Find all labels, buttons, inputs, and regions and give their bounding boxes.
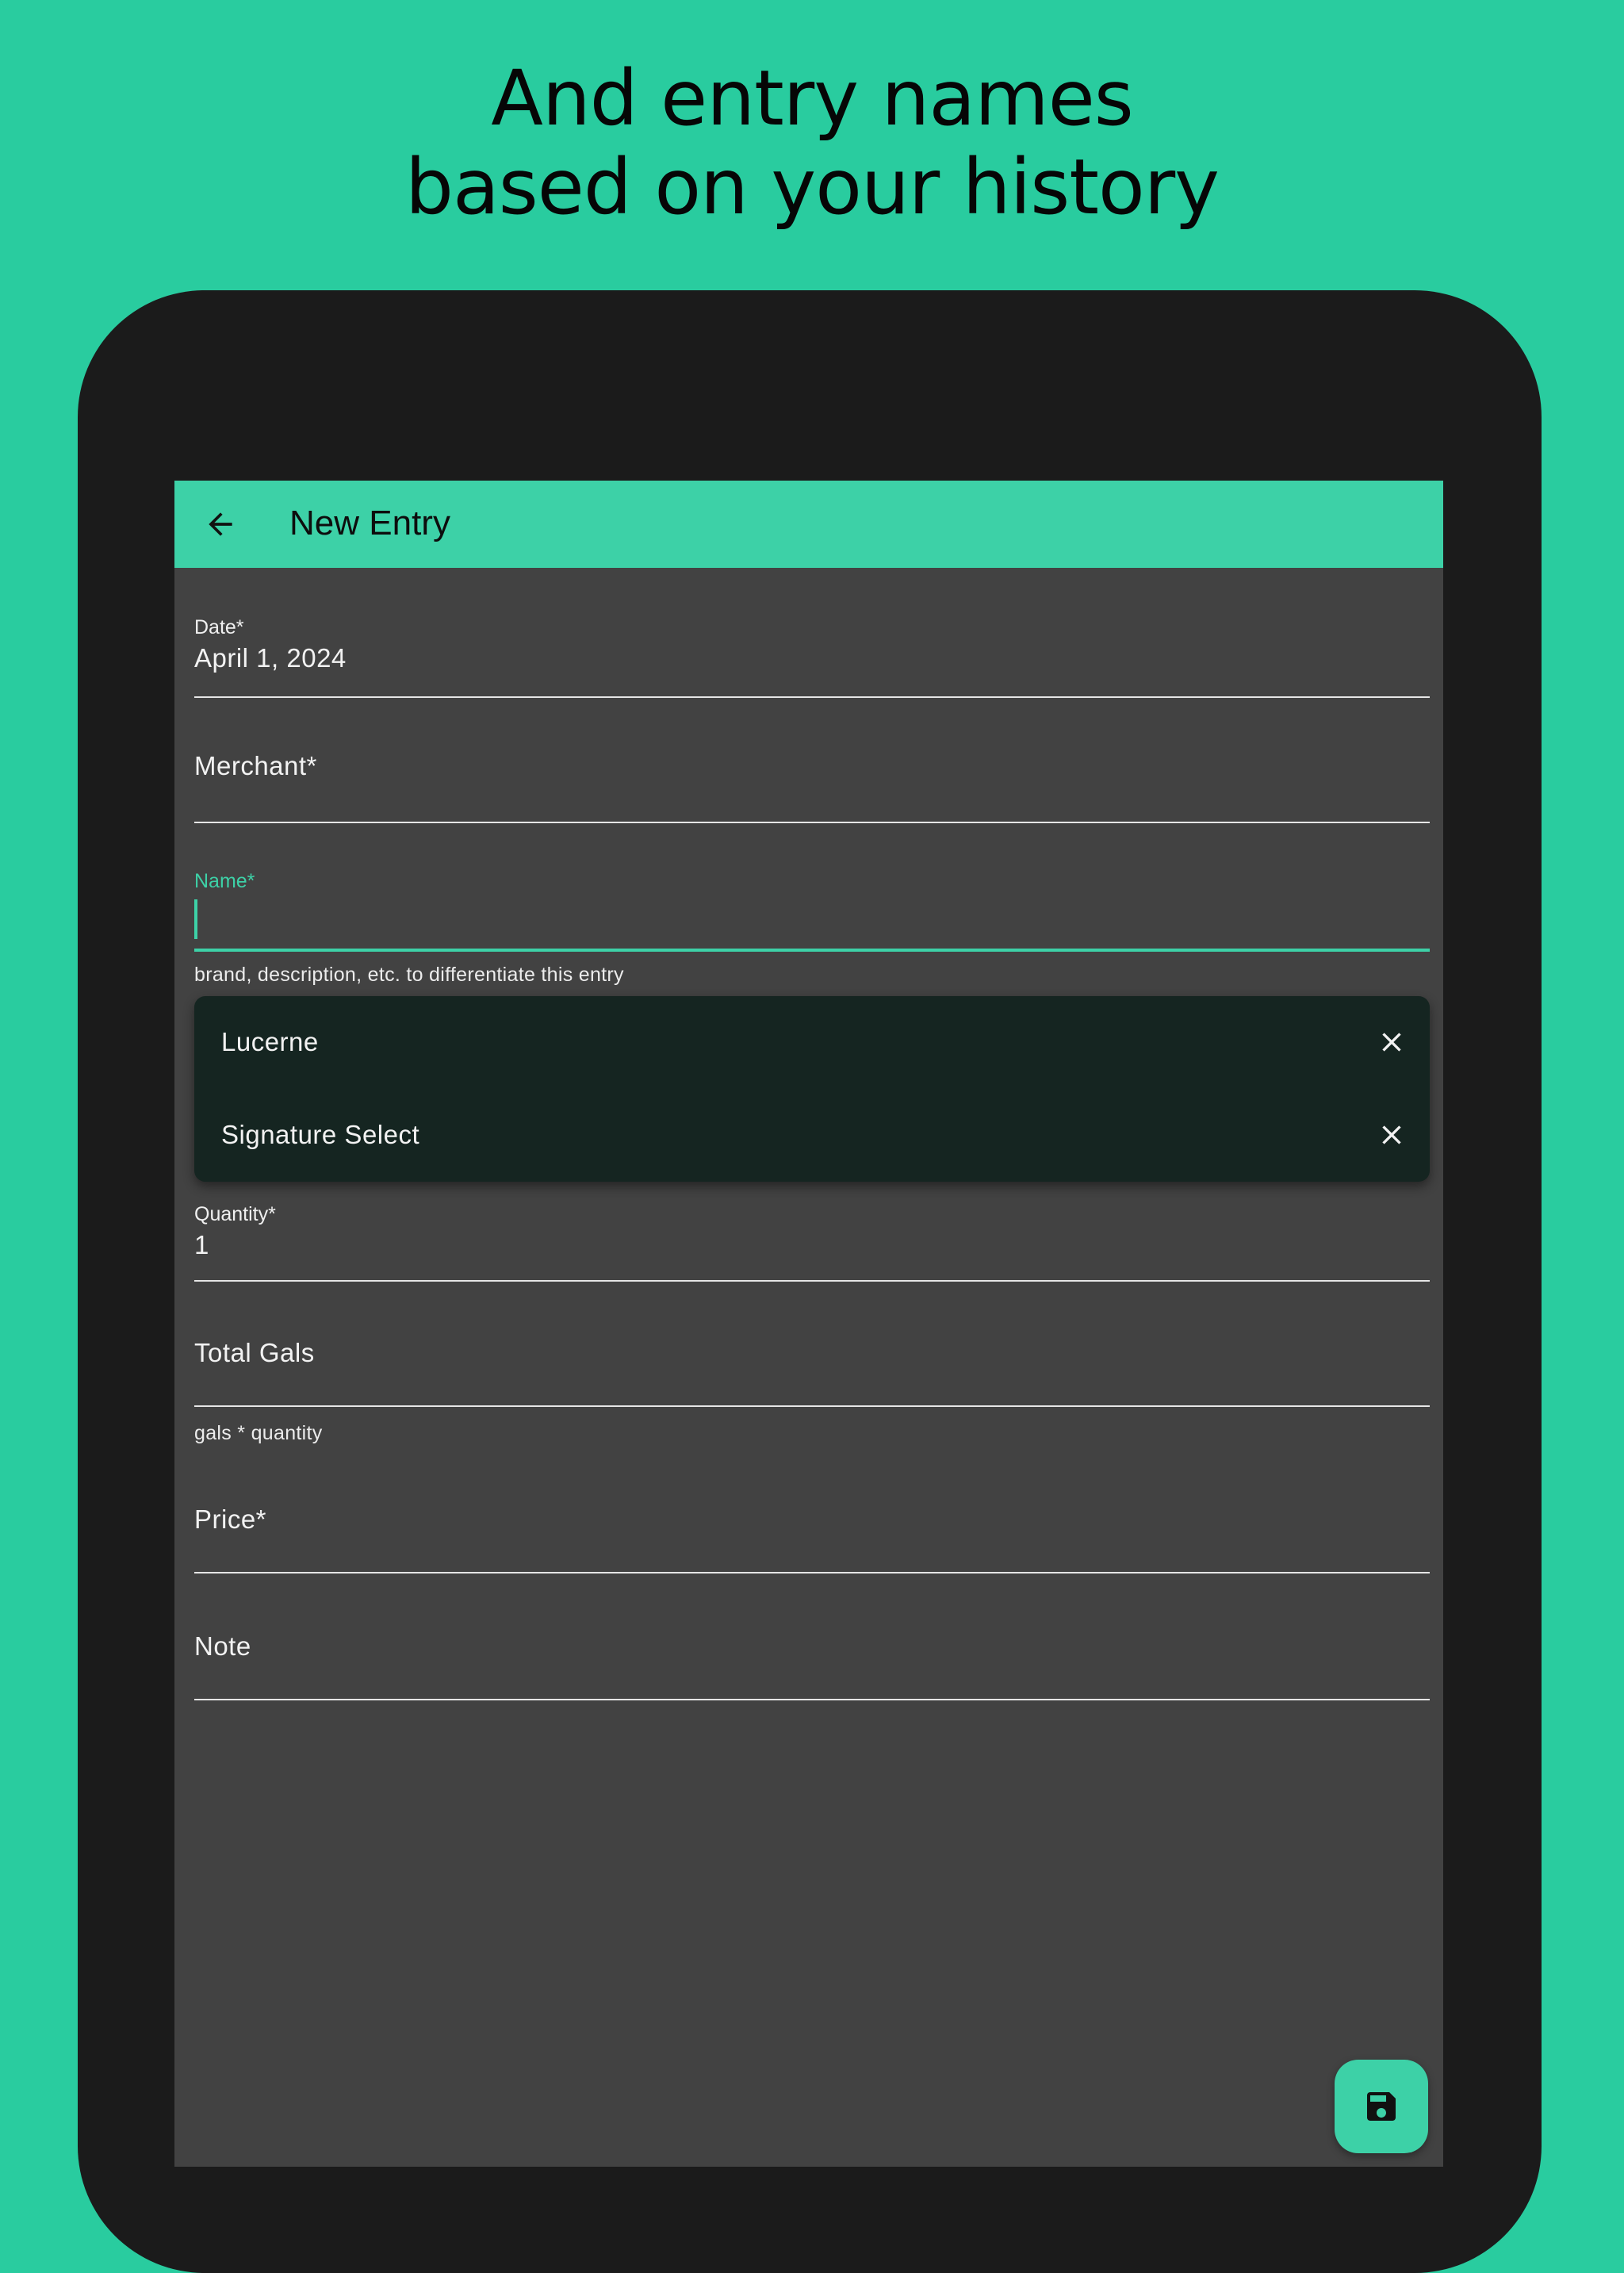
- merchant-field[interactable]: Merchant*: [194, 719, 1430, 830]
- remove-suggestion-button[interactable]: [1374, 1025, 1409, 1060]
- close-icon: [1382, 1125, 1401, 1144]
- headline-line-2: based on your history: [405, 143, 1220, 232]
- quantity-label: Quantity*: [194, 1203, 276, 1225]
- note-underline: [194, 1699, 1430, 1700]
- suggestion-item[interactable]: Lucerne: [194, 996, 1430, 1089]
- name-underline: [194, 949, 1430, 952]
- save-icon: [1367, 2092, 1396, 2121]
- suggestion-label: Signature Select: [221, 1120, 420, 1149]
- quantity-value: 1: [194, 1230, 209, 1259]
- remove-suggestion-button[interactable]: [1374, 1117, 1409, 1152]
- back-button[interactable]: [197, 500, 244, 548]
- page-title: New Entry: [289, 504, 450, 542]
- quantity-field[interactable]: Quantity* 1: [194, 1194, 1430, 1290]
- price-underline: [194, 1572, 1430, 1573]
- name-field[interactable]: Name* brand, description, etc. to differ…: [194, 861, 1430, 996]
- date-underline: [194, 696, 1430, 698]
- save-button[interactable]: [1335, 2060, 1428, 2153]
- total-gals-helper-text: gals * quantity: [194, 1422, 323, 1444]
- date-label: Date*: [194, 616, 244, 638]
- promo-headline: And entry names based on your history: [0, 54, 1624, 232]
- note-field[interactable]: Note: [194, 1599, 1430, 1710]
- date-field[interactable]: Date* April 1, 2024: [194, 608, 1430, 703]
- text-caret: [194, 899, 197, 939]
- suggestion-item[interactable]: Signature Select: [194, 1089, 1430, 1182]
- close-icon: [1382, 1033, 1401, 1052]
- total-gals-label: Total Gals: [194, 1338, 315, 1367]
- price-label: Price*: [194, 1504, 267, 1534]
- headline-line-1: And entry names: [491, 54, 1134, 143]
- name-helper-text: brand, description, etc. to differentiat…: [194, 964, 624, 986]
- app-screen: New Entry Date* April 1, 2024 Merchant* …: [174, 481, 1443, 2167]
- note-label: Note: [194, 1631, 251, 1661]
- merchant-label: Merchant*: [194, 751, 317, 780]
- total-gals-underline: [194, 1405, 1430, 1407]
- app-bar: New Entry: [174, 481, 1443, 568]
- price-field[interactable]: Price*: [194, 1472, 1430, 1583]
- date-value: April 1, 2024: [194, 643, 347, 673]
- name-suggestions-dropdown: Lucerne Signature Select: [194, 996, 1430, 1182]
- total-gals-field[interactable]: Total Gals gals * quantity: [194, 1305, 1430, 1448]
- name-label: Name*: [194, 870, 255, 892]
- quantity-underline: [194, 1280, 1430, 1282]
- arrow-back-icon: [209, 512, 232, 536]
- merchant-underline: [194, 822, 1430, 823]
- suggestion-label: Lucerne: [221, 1027, 319, 1056]
